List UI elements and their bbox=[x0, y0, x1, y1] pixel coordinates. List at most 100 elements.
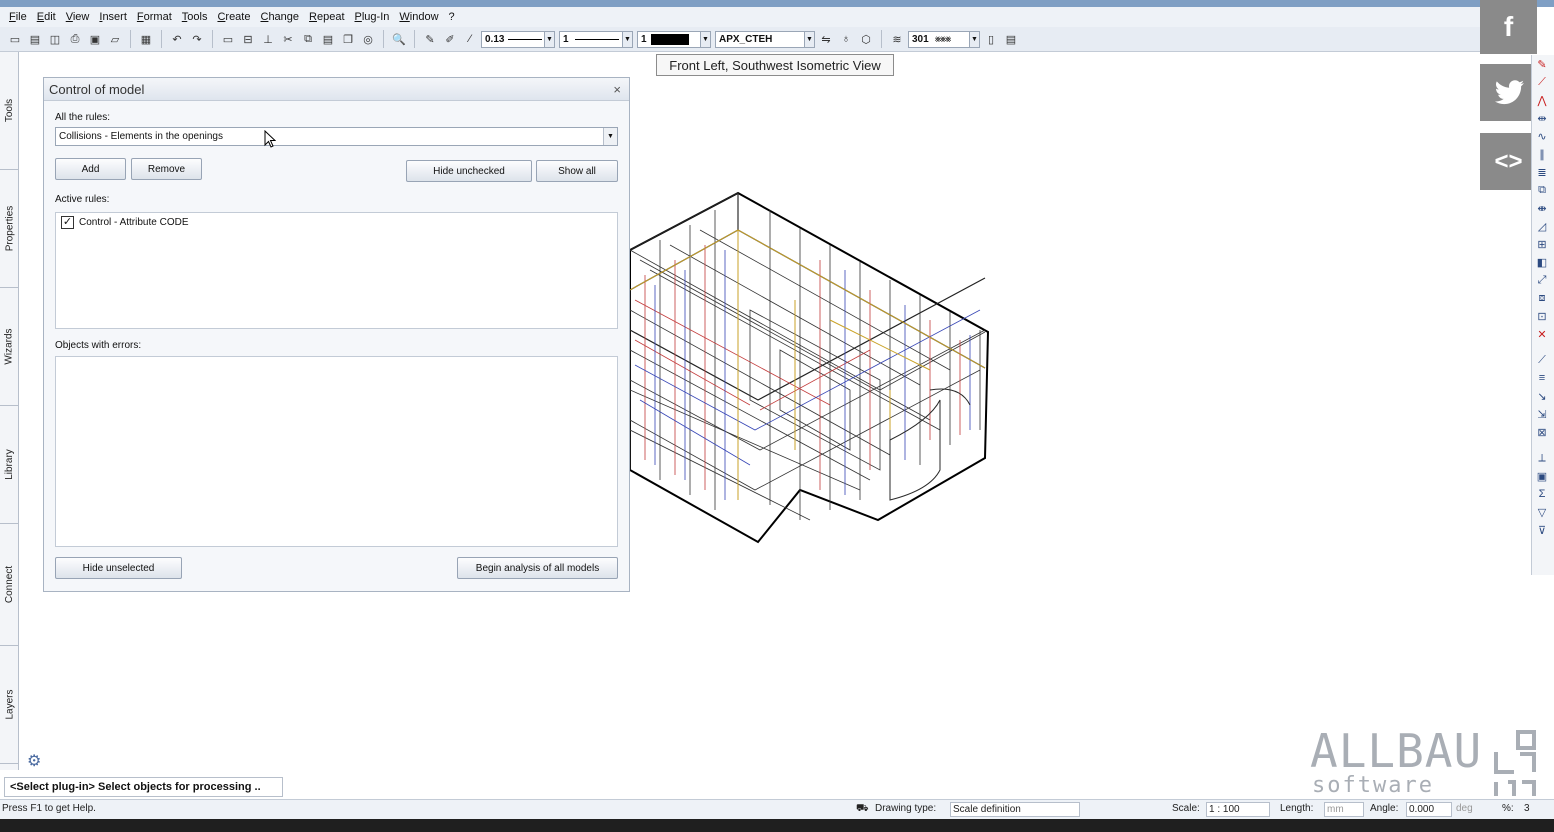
polyline-icon[interactable]: ⋀ bbox=[1532, 91, 1552, 109]
line-tool-icon[interactable]: ⟋ bbox=[1532, 73, 1552, 91]
model-check-icon[interactable]: ▣ bbox=[1532, 467, 1552, 485]
copy-object-icon[interactable]: ⧉ bbox=[1532, 181, 1552, 199]
length-unit[interactable]: mm bbox=[1324, 802, 1364, 817]
facebook-share-button[interactable]: f bbox=[1480, 0, 1537, 54]
settings-gear-icon[interactable]: ⚙ bbox=[27, 751, 41, 771]
scale-value[interactable]: 1 : 100 bbox=[1206, 802, 1270, 817]
pencil-icon[interactable]: ✎ bbox=[1532, 55, 1552, 73]
layer-lock-icon[interactable]: ⬡ bbox=[857, 30, 875, 48]
menu-format[interactable]: Format bbox=[132, 11, 177, 23]
pipette-icon[interactable]: ⁄ bbox=[461, 30, 479, 48]
menu-repeat[interactable]: Repeat bbox=[304, 11, 349, 23]
paste-icon[interactable]: ▤ bbox=[319, 30, 337, 48]
menu-help[interactable]: ? bbox=[444, 11, 460, 23]
menu-create[interactable]: Create bbox=[212, 11, 255, 23]
document-icon[interactable]: ▯ bbox=[982, 30, 1000, 48]
pattern-select[interactable]: 301 ⨳⨳⨳ ▼ bbox=[908, 30, 980, 48]
copy-icon[interactable]: ⧉ bbox=[299, 30, 317, 48]
send-icon[interactable]: ▱ bbox=[106, 30, 124, 48]
curve-icon[interactable]: ∿ bbox=[1532, 127, 1552, 145]
menu-tools[interactable]: Tools bbox=[177, 11, 213, 23]
drawing-type-value[interactable]: Scale definition bbox=[950, 802, 1080, 817]
menu-window[interactable]: Window bbox=[394, 11, 443, 23]
door-icon[interactable]: ◧ bbox=[1532, 253, 1552, 271]
stretch-icon[interactable]: ⤢ bbox=[1532, 271, 1552, 289]
properties-icon[interactable]: ▤ bbox=[1002, 30, 1020, 48]
save-icon[interactable]: ▣ bbox=[86, 30, 104, 48]
open-icon[interactable]: ▤ bbox=[26, 30, 44, 48]
show-all-button[interactable]: Show all bbox=[536, 160, 618, 182]
title-bar bbox=[0, 0, 1554, 7]
group-icon[interactable]: ⊠ bbox=[1532, 423, 1552, 441]
offset-icon[interactable]: ⧈ bbox=[1532, 289, 1552, 307]
image-icon[interactable]: ▦ bbox=[137, 30, 155, 48]
begin-analysis-button[interactable]: Begin analysis of all models bbox=[457, 557, 618, 579]
text-icon[interactable]: ≡ bbox=[1532, 369, 1552, 387]
embed-code-button[interactable]: <> bbox=[1480, 133, 1537, 190]
stairs-icon[interactable]: ≣ bbox=[1532, 163, 1552, 181]
redo-icon[interactable]: ↷ bbox=[188, 30, 206, 48]
dimension-icon[interactable]: ⇹ bbox=[1532, 109, 1552, 127]
menu-change[interactable]: Change bbox=[255, 11, 304, 23]
tab-properties[interactable]: Properties bbox=[0, 170, 19, 288]
rule-checkbox[interactable]: ✓ bbox=[61, 216, 74, 229]
close-icon[interactable]: × bbox=[613, 82, 621, 97]
angle-unit: deg bbox=[1456, 803, 1473, 814]
menu-view[interactable]: View bbox=[61, 11, 95, 23]
tab-layers[interactable]: Layers bbox=[0, 646, 19, 764]
all-rules-label: All the rules: bbox=[55, 112, 111, 123]
delete-icon[interactable]: ✕ bbox=[1532, 325, 1552, 343]
add-button[interactable]: Add bbox=[55, 158, 126, 180]
stamp-icon[interactable]: ⊥ bbox=[259, 30, 277, 48]
twitter-share-button[interactable] bbox=[1480, 64, 1537, 121]
isometric-model-view[interactable] bbox=[630, 190, 990, 545]
edit-icon[interactable]: ⊡ bbox=[1532, 307, 1552, 325]
rotate-icon[interactable]: ◎ bbox=[359, 30, 377, 48]
remove-button[interactable]: Remove bbox=[131, 158, 202, 180]
filter-clear-icon[interactable]: ⊽ bbox=[1532, 521, 1552, 539]
color-select[interactable]: 1 ▼ bbox=[637, 30, 711, 48]
layer-settings-icon[interactable]: ⇋ bbox=[817, 30, 835, 48]
tab-wizards[interactable]: Wizards bbox=[0, 288, 19, 406]
menu-plugin[interactable]: Plug-In bbox=[350, 11, 395, 23]
wall-icon[interactable]: ◿ bbox=[1532, 217, 1552, 235]
tab-tools-label: Tools bbox=[4, 98, 16, 123]
pattern-icon[interactable]: ≋ bbox=[888, 30, 906, 48]
mirror-icon[interactable]: ⇼ bbox=[1532, 199, 1552, 217]
undo-icon[interactable]: ↶ bbox=[168, 30, 186, 48]
menu-file[interactable]: File bbox=[4, 11, 32, 23]
duplicate-icon[interactable]: ❐ bbox=[339, 30, 357, 48]
layer-visibility-icon[interactable]: ♁ bbox=[837, 30, 855, 48]
hide-unchecked-button[interactable]: Hide unchecked bbox=[406, 160, 532, 182]
angle-value[interactable]: 0.000 bbox=[1406, 802, 1452, 817]
tab-tools[interactable]: Tools bbox=[0, 52, 19, 170]
list-item[interactable]: ✓ Control - Attribute CODE bbox=[56, 213, 617, 232]
pen-icon[interactable]: ✐ bbox=[441, 30, 459, 48]
sum-icon[interactable]: Σ bbox=[1532, 485, 1552, 503]
layer-select[interactable]: APX_CTEH ▼ bbox=[715, 30, 815, 48]
rectangle-icon[interactable]: ▭ bbox=[219, 30, 237, 48]
selection-icon[interactable]: ⟂ bbox=[1532, 449, 1552, 467]
filter-select-icon[interactable]: ⇲ bbox=[1532, 405, 1552, 423]
hide-unselected-button[interactable]: Hide unselected bbox=[55, 557, 182, 579]
tab-connect[interactable]: Connect bbox=[0, 524, 19, 646]
format-painter-icon[interactable]: ✎ bbox=[421, 30, 439, 48]
window-icon[interactable]: ⊞ bbox=[1532, 235, 1552, 253]
line-type-select[interactable]: 1 ▼ bbox=[559, 30, 633, 48]
filter-icon[interactable]: ▽ bbox=[1532, 503, 1552, 521]
menu-edit[interactable]: Edit bbox=[32, 11, 61, 23]
plot-icon[interactable]: ◫ bbox=[46, 30, 64, 48]
arrow-select-icon[interactable]: ↘ bbox=[1532, 387, 1552, 405]
zoom-icon[interactable]: 🔍 bbox=[390, 30, 408, 48]
tab-library[interactable]: Library bbox=[0, 406, 19, 524]
layout-icon[interactable]: ⊟ bbox=[239, 30, 257, 48]
rules-select[interactable]: Collisions - Elements in the openings ▼ bbox=[55, 127, 618, 146]
measure-icon[interactable]: ⟋ bbox=[1532, 351, 1552, 369]
new-icon[interactable]: ▭ bbox=[6, 30, 24, 48]
parallel-icon[interactable]: ∥ bbox=[1532, 145, 1552, 163]
cut-icon[interactable]: ✂ bbox=[279, 30, 297, 48]
brand-name: ALLBAU bbox=[1310, 724, 1483, 778]
menu-insert[interactable]: Insert bbox=[94, 11, 132, 23]
print-icon[interactable]: ⎙ bbox=[66, 30, 84, 48]
pen-thickness-select[interactable]: 0.13 ▼ bbox=[481, 30, 555, 48]
